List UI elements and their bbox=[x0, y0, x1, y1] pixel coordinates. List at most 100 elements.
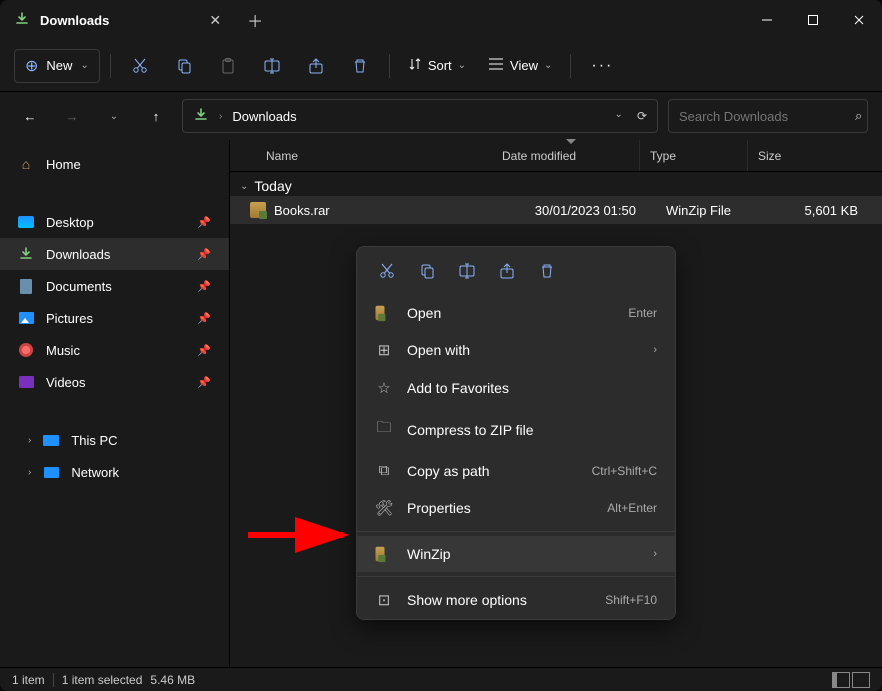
separator bbox=[357, 531, 675, 532]
close-button[interactable] bbox=[836, 0, 882, 40]
open-icon bbox=[375, 305, 393, 321]
tab-downloads[interactable]: Downloads ✕ bbox=[0, 0, 235, 40]
close-tab-icon[interactable]: ✕ bbox=[209, 12, 221, 29]
ctx-open-with[interactable]: ⊞Open with› bbox=[357, 331, 675, 369]
ctx-properties[interactable]: 🛠PropertiesAlt+Enter bbox=[357, 489, 675, 527]
delete-button[interactable] bbox=[341, 48, 379, 84]
star-icon: ☆ bbox=[375, 379, 393, 397]
up-button[interactable]: ↑ bbox=[140, 100, 172, 132]
desktop-icon bbox=[18, 216, 34, 228]
rename-button[interactable] bbox=[451, 257, 483, 285]
ctx-label: Show more options bbox=[407, 592, 527, 608]
ctx-compress-zip[interactable]: 🗀Compress to ZIP file bbox=[357, 407, 675, 452]
new-button[interactable]: ⊕ New ⌄ bbox=[14, 49, 100, 83]
download-icon bbox=[18, 246, 34, 262]
delete-button[interactable] bbox=[531, 257, 563, 285]
details-view-button[interactable] bbox=[832, 672, 850, 688]
col-type[interactable]: Type bbox=[640, 140, 748, 171]
ctx-add-favorites[interactable]: ☆Add to Favorites bbox=[357, 369, 675, 407]
new-label: New bbox=[46, 58, 72, 73]
sidebar-label: Documents bbox=[46, 279, 112, 294]
thumbnails-view-button[interactable] bbox=[852, 672, 870, 688]
refresh-button[interactable]: ⟳ bbox=[637, 109, 647, 123]
separator bbox=[110, 54, 111, 78]
ctx-label: Copy as path bbox=[407, 463, 490, 479]
toolbar: ⊕ New ⌄ Sort ⌄ View ⌄ ··· bbox=[0, 40, 882, 92]
group-today[interactable]: ⌄ Today bbox=[230, 172, 882, 196]
file-name: Books.rar bbox=[274, 203, 512, 218]
pin-icon: 📌 bbox=[197, 280, 211, 293]
address-bar[interactable]: › Downloads ⌄ ⟳ bbox=[182, 99, 658, 133]
share-button[interactable] bbox=[297, 48, 335, 84]
status-selected: 1 item selected bbox=[62, 673, 143, 687]
address-location: Downloads bbox=[232, 109, 296, 124]
ctx-winzip[interactable]: WinZip› bbox=[357, 536, 675, 572]
pin-icon: 📌 bbox=[197, 312, 211, 325]
sidebar: ⌂ Home Desktop📌 Downloads📌 Documents 📌 Pi… bbox=[0, 140, 230, 667]
chevron-right-icon: › bbox=[28, 435, 31, 446]
column-headers: Name Date modified Type Size bbox=[230, 140, 882, 172]
pc-icon bbox=[43, 435, 59, 446]
sidebar-item-documents[interactable]: Documents 📌 bbox=[0, 270, 229, 302]
minimize-button[interactable] bbox=[744, 0, 790, 40]
chevron-down-icon: ⌄ bbox=[240, 181, 248, 192]
sidebar-thispc[interactable]: ›This PC bbox=[6, 424, 229, 456]
search-box[interactable]: ⌕ bbox=[668, 99, 868, 133]
status-size: 5.46 MB bbox=[150, 673, 195, 687]
separator bbox=[570, 54, 571, 78]
sidebar-item-downloads[interactable]: Downloads📌 bbox=[0, 238, 229, 270]
view-button[interactable]: View ⌄ bbox=[480, 51, 560, 80]
sidebar-item-music[interactable]: Music 📌 bbox=[0, 334, 229, 366]
col-date[interactable]: Date modified bbox=[492, 140, 640, 171]
chevron-down-icon: ⌄ bbox=[458, 60, 466, 71]
sidebar-network[interactable]: ›Network bbox=[6, 456, 229, 488]
pin-icon: 📌 bbox=[197, 344, 211, 357]
share-button[interactable] bbox=[491, 257, 523, 285]
pin-icon: 📌 bbox=[197, 376, 211, 389]
copy-button[interactable] bbox=[165, 48, 203, 84]
col-name[interactable]: Name bbox=[256, 140, 492, 171]
chevron-down-icon[interactable]: ⌄ bbox=[615, 109, 623, 123]
ctx-show-more[interactable]: ⊡Show more optionsShift+F10 bbox=[357, 581, 675, 619]
sort-icon bbox=[408, 57, 422, 74]
context-top-actions bbox=[357, 247, 675, 295]
file-row[interactable]: Books.rar 30/01/2023 01:50 WinZip File 5… bbox=[230, 196, 882, 224]
sort-button[interactable]: Sort ⌄ bbox=[400, 51, 474, 80]
chevron-right-icon: › bbox=[219, 111, 222, 122]
music-icon bbox=[19, 343, 33, 357]
sidebar-label: Pictures bbox=[46, 311, 93, 326]
open-with-icon: ⊞ bbox=[375, 341, 393, 359]
more-button[interactable]: ··· bbox=[581, 57, 623, 75]
cut-button[interactable] bbox=[371, 257, 403, 285]
pictures-icon bbox=[19, 312, 34, 324]
recent-button[interactable]: ⌄ bbox=[98, 100, 130, 132]
chevron-right-icon: › bbox=[653, 548, 657, 560]
sort-label: Sort bbox=[428, 58, 452, 73]
explorer-window: Downloads ✕ ＋ ⊕ New ⌄ Sort ⌄ bbox=[0, 0, 882, 691]
forward-button[interactable]: → bbox=[56, 100, 88, 132]
new-tab-button[interactable]: ＋ bbox=[235, 8, 275, 32]
back-button[interactable]: ← bbox=[14, 100, 46, 132]
paste-button[interactable] bbox=[209, 48, 247, 84]
sidebar-label: Music bbox=[46, 343, 80, 358]
sidebar-item-pictures[interactable]: Pictures 📌 bbox=[0, 302, 229, 334]
search-input[interactable] bbox=[679, 109, 855, 124]
sidebar-home[interactable]: ⌂ Home bbox=[0, 148, 229, 180]
copy-button[interactable] bbox=[411, 257, 443, 285]
rename-button[interactable] bbox=[253, 48, 291, 84]
ctx-copy-path[interactable]: ⧉Copy as pathCtrl+Shift+C bbox=[357, 452, 675, 489]
col-size[interactable]: Size bbox=[748, 140, 838, 171]
chevron-right-icon: › bbox=[28, 467, 31, 478]
download-icon bbox=[193, 107, 209, 126]
status-bar: 1 item 1 item selected 5.46 MB bbox=[0, 667, 882, 691]
cut-button[interactable] bbox=[121, 48, 159, 84]
ctx-label: Open with bbox=[407, 342, 470, 358]
ctx-shortcut: Shift+F10 bbox=[605, 593, 657, 607]
sidebar-item-videos[interactable]: Videos📌 bbox=[0, 366, 229, 398]
status-count: 1 item bbox=[12, 673, 45, 687]
maximize-button[interactable] bbox=[790, 0, 836, 40]
ctx-open[interactable]: OpenEnter bbox=[357, 295, 675, 331]
ctx-shortcut: Ctrl+Shift+C bbox=[592, 464, 657, 478]
sidebar-item-desktop[interactable]: Desktop📌 bbox=[0, 206, 229, 238]
pin-icon: 📌 bbox=[197, 216, 211, 229]
